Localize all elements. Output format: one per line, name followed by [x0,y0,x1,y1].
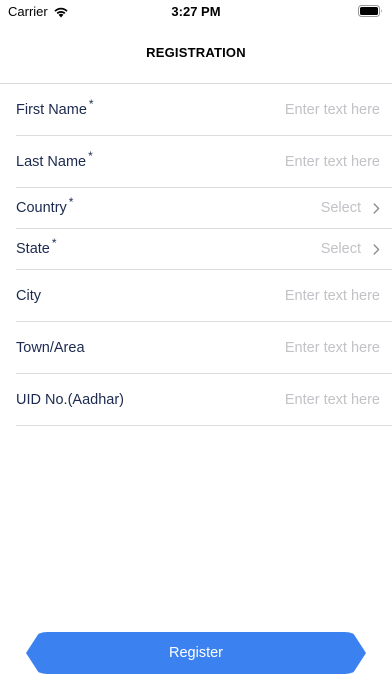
state-select-value: Select [320,241,361,257]
required-marker: * [68,195,74,209]
last-name-input[interactable] [210,153,380,170]
state-label: State * [16,236,57,257]
first-name-label-text: First Name [16,101,87,118]
state-row[interactable]: State * Select [16,229,392,270]
uid-label-text: UID No.(Aadhar) [16,391,124,408]
country-row[interactable]: Country * Select [16,188,392,229]
country-select[interactable]: Select [321,200,380,216]
town-area-label: Town/Area [16,340,85,356]
required-marker: * [51,236,57,250]
first-name-label: First Name * [16,97,94,118]
last-name-row: Last Name * [16,136,392,188]
country-select-value: Select [320,200,361,216]
state-label-text: State [16,241,50,257]
country-label-text: Country [16,200,67,216]
registration-form: First Name * Last Name * Country * Selec… [16,84,392,426]
city-label: City [16,288,41,304]
register-button[interactable]: Register [26,632,366,674]
uid-input[interactable] [210,391,380,408]
last-name-label-text: Last Name [16,153,87,170]
state-select[interactable]: Select [321,241,380,257]
chevron-right-icon [373,202,380,214]
town-area-label-text: Town/Area [16,339,85,356]
city-label-text: City [16,287,41,304]
navigation-bar: REGISTRATION [0,24,392,84]
status-bar: Carrier 3:27 PM [0,0,392,24]
first-name-input[interactable] [210,101,380,118]
town-area-row: Town/Area [16,322,392,374]
chevron-right-icon [373,243,380,255]
required-marker: * [88,148,93,163]
battery-icon [358,5,382,17]
uid-row: UID No.(Aadhar) [16,374,392,426]
uid-label: UID No.(Aadhar) [16,392,124,408]
required-marker: * [88,96,94,111]
status-time: 3:27 PM [171,4,221,19]
country-label: Country * [16,195,73,216]
city-row: City [16,270,392,322]
page-title: REGISTRATION [146,45,246,60]
first-name-row: First Name * [16,84,392,136]
city-input[interactable] [210,287,380,304]
last-name-label: Last Name * [16,149,93,170]
town-area-input[interactable] [210,339,380,356]
